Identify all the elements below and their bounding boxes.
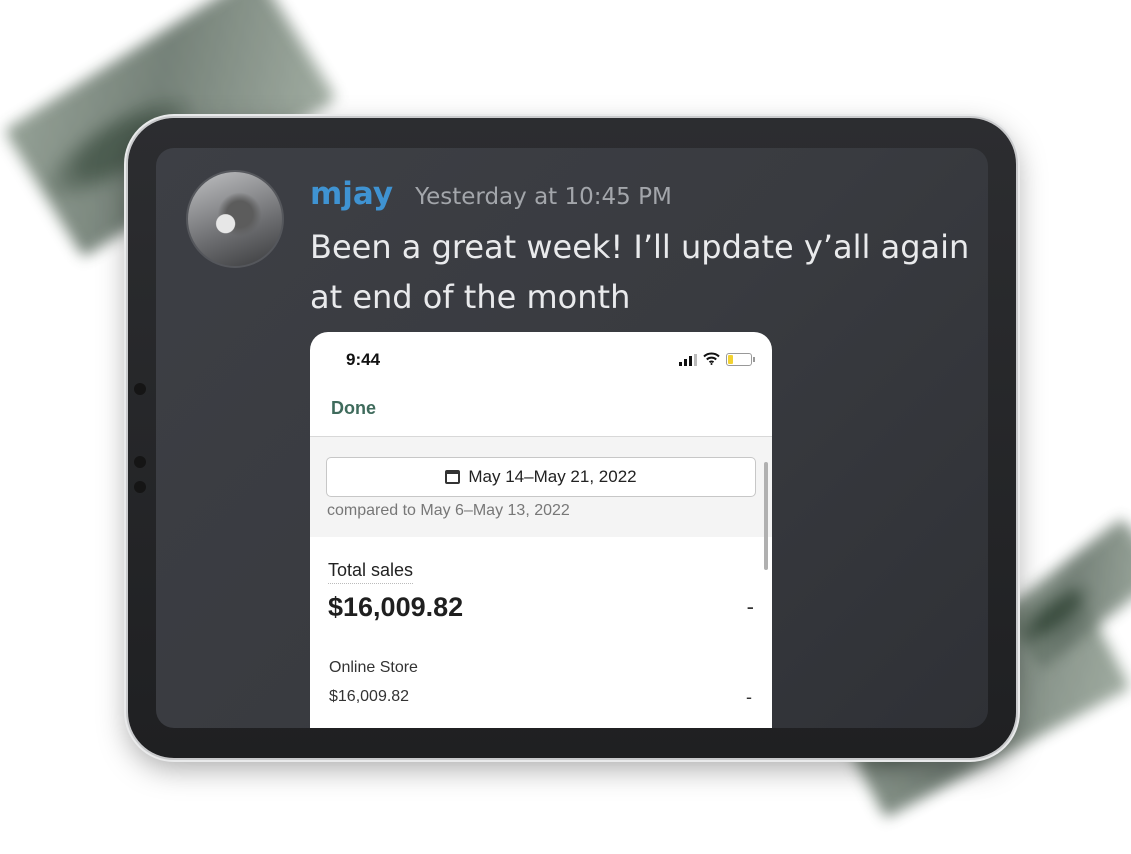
phone-status-bar: 9:44 (310, 332, 772, 388)
tablet-button (134, 383, 146, 395)
scrollbar[interactable] (764, 462, 768, 570)
chat-screen: mjay Yesterday at 10:45 PM Been a great … (156, 148, 988, 728)
battery-icon (726, 353, 755, 366)
message-text: Been a great week! I’ll update y’all aga… (310, 228, 970, 316)
wifi-icon (703, 352, 720, 367)
username[interactable]: mjay (310, 176, 393, 212)
avatar[interactable] (186, 170, 284, 268)
done-button[interactable]: Done (331, 398, 376, 419)
online-store-label: Online Store (329, 659, 418, 676)
online-store-change: - (746, 687, 752, 707)
status-time: 9:44 (346, 350, 381, 369)
comparison-text: compared to May 6–May 13, 2022 (327, 502, 570, 519)
tablet-button (134, 456, 146, 468)
status-icons (679, 352, 755, 367)
tablet-button (134, 481, 146, 493)
message-timestamp: Yesterday at 10:45 PM (415, 184, 672, 210)
total-sales-change: - (746, 594, 754, 619)
attached-screenshot[interactable]: 9:44 Done May 14–May 21, 2022 compared t… (310, 332, 772, 728)
calendar-icon (445, 470, 461, 484)
total-sales-label[interactable]: Total sales (328, 560, 414, 584)
total-sales-value: $16,009.82 (328, 592, 464, 622)
signal-icon (679, 353, 697, 366)
date-range-section: May 14–May 21, 2022 compared to May 6–Ma… (310, 437, 772, 537)
date-range-button[interactable]: May 14–May 21, 2022 (326, 457, 756, 497)
date-range-label: May 14–May 21, 2022 (468, 467, 637, 486)
online-store-value: $16,009.82 (329, 688, 410, 705)
message-header: mjay Yesterday at 10:45 PM (310, 176, 672, 212)
